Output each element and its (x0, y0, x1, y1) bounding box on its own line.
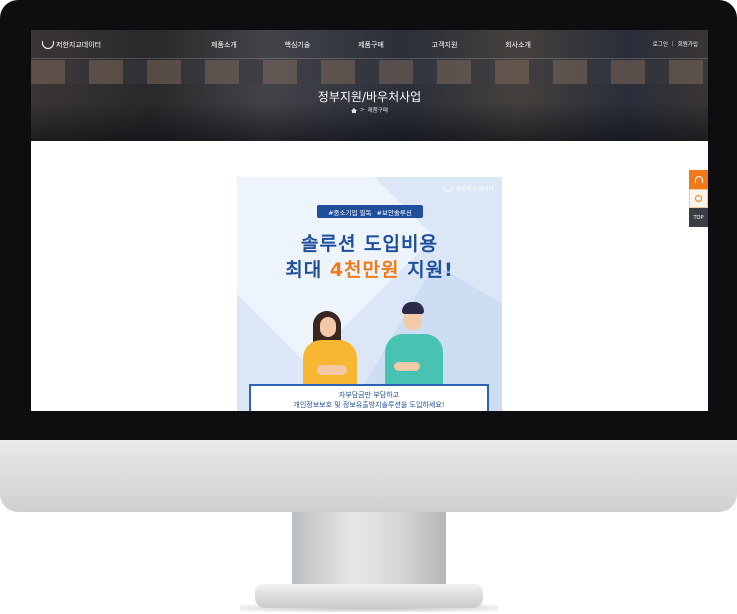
voucher-promo-banner: 저한지교데이터 #중소기업 필독 #보안솔루션 솔루션 도입비용 최대 4천만원… (237, 177, 502, 411)
headline-prefix: 최대 (285, 259, 330, 281)
site-logo[interactable]: 저한지교데이터 (41, 38, 101, 52)
breadcrumb-current[interactable]: 제품구매 (368, 106, 388, 114)
util-separator: | (671, 41, 674, 47)
nav-item-support[interactable]: 고객지원 (432, 40, 458, 50)
tag-security: #보안솔루션 (376, 208, 412, 217)
banner-headline-2: 최대 4천만원 지원! (237, 255, 502, 282)
nav-item-technology[interactable]: 핵심기술 (285, 40, 311, 50)
signup-link[interactable]: 회원가입 (678, 40, 698, 48)
top-button[interactable]: TOP (689, 208, 708, 227)
banner-tags: #중소기업 필독 #보안솔루션 (317, 205, 423, 218)
home-icon[interactable] (351, 107, 358, 113)
main-menu: 제품소개 핵심기술 제품구매 고객지원 회사소개 (211, 40, 531, 50)
tag-sme: #중소기업 필독 (328, 208, 372, 217)
breadcrumb: > 제품구매 (31, 106, 708, 114)
caption-line-2: 개인정보보호 및 정보유출방지솔루션을 도입하세요! (293, 401, 445, 409)
headline-amount: 4천만원 (329, 259, 400, 281)
top-nav: 저한지교데이터 제품소개 핵심기술 제품구매 고객지원 회사소개 로그인 | 회… (31, 30, 708, 59)
floating-side-menu: TOP (689, 170, 708, 227)
smile-logo-icon (443, 185, 454, 192)
man-illustration-hair (402, 302, 424, 314)
nav-item-purchase[interactable]: 제품구매 (358, 40, 384, 50)
location-button[interactable] (689, 189, 708, 208)
page-title: 정부지원/바우처사업 (317, 90, 422, 104)
banner-logo: 저한지교데이터 (443, 184, 494, 193)
banner-headline-1: 솔루션 도입비용 (301, 233, 438, 255)
screen: 저한지교데이터 제품소개 핵심기술 제품구매 고객지원 회사소개 로그인 | 회… (31, 30, 708, 411)
login-link[interactable]: 로그인 (653, 40, 668, 48)
hero-banner: 저한지교데이터 제품소개 핵심기술 제품구매 고객지원 회사소개 로그인 | 회… (31, 30, 708, 141)
smile-logo-icon (41, 41, 54, 49)
monitor-stand-neck (292, 512, 446, 590)
headline-suffix: 지원! (399, 259, 454, 281)
monitor-chin (0, 440, 737, 512)
nav-item-company[interactable]: 회사소개 (505, 40, 531, 50)
banner-logo-text: 저한지교데이터 (455, 186, 494, 193)
woman-illustration-arm (317, 365, 347, 375)
breadcrumb-separator: > (360, 107, 365, 113)
woman-illustration-face (320, 317, 336, 337)
banner-caption-box: 자부담금만 부담하고 개인정보보호 및 정보유출방지솔루션을 도입하세요! (249, 384, 489, 411)
logo-text: 저한지교데이터 (56, 41, 102, 49)
location-pin-icon (695, 195, 702, 202)
support-button[interactable] (689, 170, 708, 189)
headset-icon (694, 176, 703, 183)
util-links: 로그인 | 회원가입 (653, 40, 698, 48)
monitor-stand-foot (255, 584, 483, 608)
caption-line-1: 자부담금만 부담하고 (338, 391, 400, 399)
nav-item-products[interactable]: 제품소개 (211, 40, 237, 50)
man-illustration-arm (394, 362, 420, 371)
